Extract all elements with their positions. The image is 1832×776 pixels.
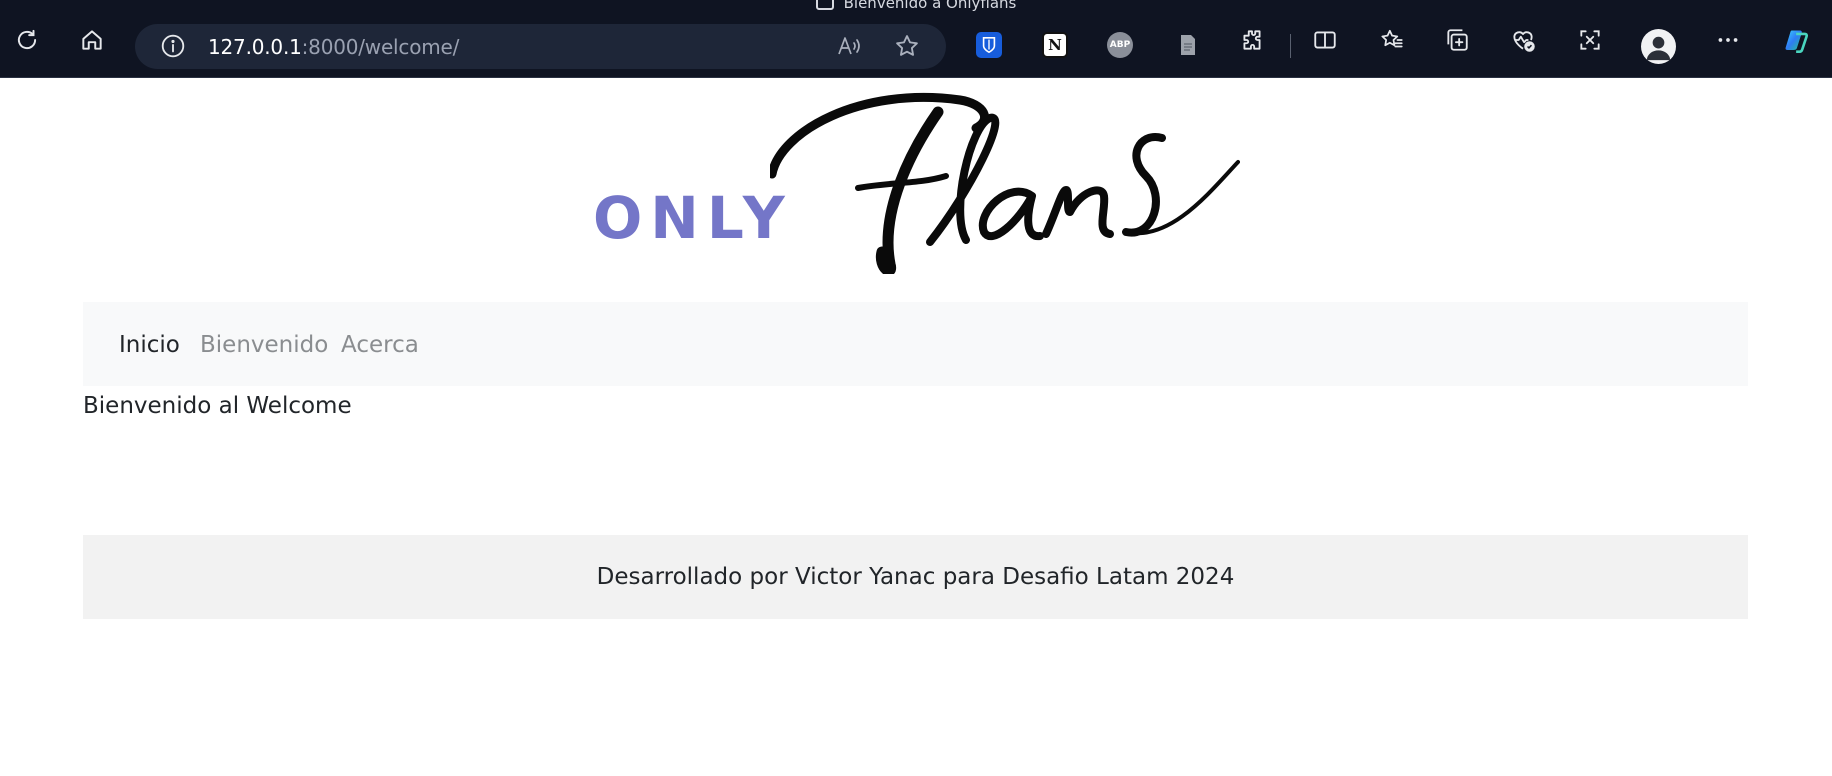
footer-text: Desarrollado por Victor Yanac para Desaf… (596, 564, 1235, 590)
browser-essentials-icon[interactable] (1506, 23, 1540, 57)
notion-icon[interactable]: N (1042, 32, 1068, 58)
address-bar[interactable]: 127.0.0.1:8000/welcome/ (135, 24, 946, 69)
info-icon[interactable] (160, 33, 186, 59)
bitwarden-icon[interactable] (976, 32, 1002, 58)
logo-flans-script (770, 92, 1240, 274)
nav-link-acerca[interactable]: Acerca (341, 332, 419, 358)
home-icon[interactable] (75, 23, 109, 57)
read-aloud-icon[interactable] (835, 32, 863, 60)
logo-only-text: ONLY (593, 184, 793, 252)
profile-icon[interactable] (1641, 29, 1676, 64)
browser-toolbar: Bienvenido a Onlyflans 127.0.0.1:8000/we… (0, 0, 1832, 78)
collections-icon[interactable] (1440, 23, 1474, 57)
copilot-icon[interactable] (1780, 23, 1814, 57)
url-text[interactable]: 127.0.0.1:8000/welcome/ (208, 35, 459, 59)
nav-link-inicio[interactable]: Inicio (119, 332, 180, 358)
adblock-plus-icon[interactable]: ABP (1107, 32, 1133, 58)
more-icon[interactable] (1711, 23, 1745, 57)
favorite-star-icon[interactable] (893, 32, 921, 60)
tab-page-icon (815, 0, 834, 10)
split-screen-icon[interactable] (1308, 23, 1342, 57)
page-footer: Desarrollado por Victor Yanac para Desaf… (83, 535, 1748, 619)
nav-link-bienvenido[interactable]: Bienvenido (200, 332, 328, 358)
screenshot-icon[interactable] (1573, 23, 1607, 57)
extensions-icon[interactable] (1235, 23, 1269, 57)
url-path: :8000/welcome/ (301, 35, 460, 59)
welcome-message: Bienvenido al Welcome (83, 393, 352, 419)
document-icon[interactable] (1175, 32, 1201, 58)
url-host: 127.0.0.1 (208, 35, 302, 59)
site-logo[interactable]: ONLY (590, 92, 1240, 274)
window-title: Bienvenido a Onlyflans (0, 0, 1832, 12)
adblock-label: ABP (1109, 40, 1131, 50)
favorites-icon[interactable] (1375, 23, 1409, 57)
toolbar-divider (1290, 34, 1291, 58)
window-title-text: Bienvenido a Onlyflans (843, 0, 1017, 12)
reload-icon[interactable] (10, 23, 44, 57)
main-navbar: Inicio Bienvenido Acerca (83, 302, 1748, 386)
